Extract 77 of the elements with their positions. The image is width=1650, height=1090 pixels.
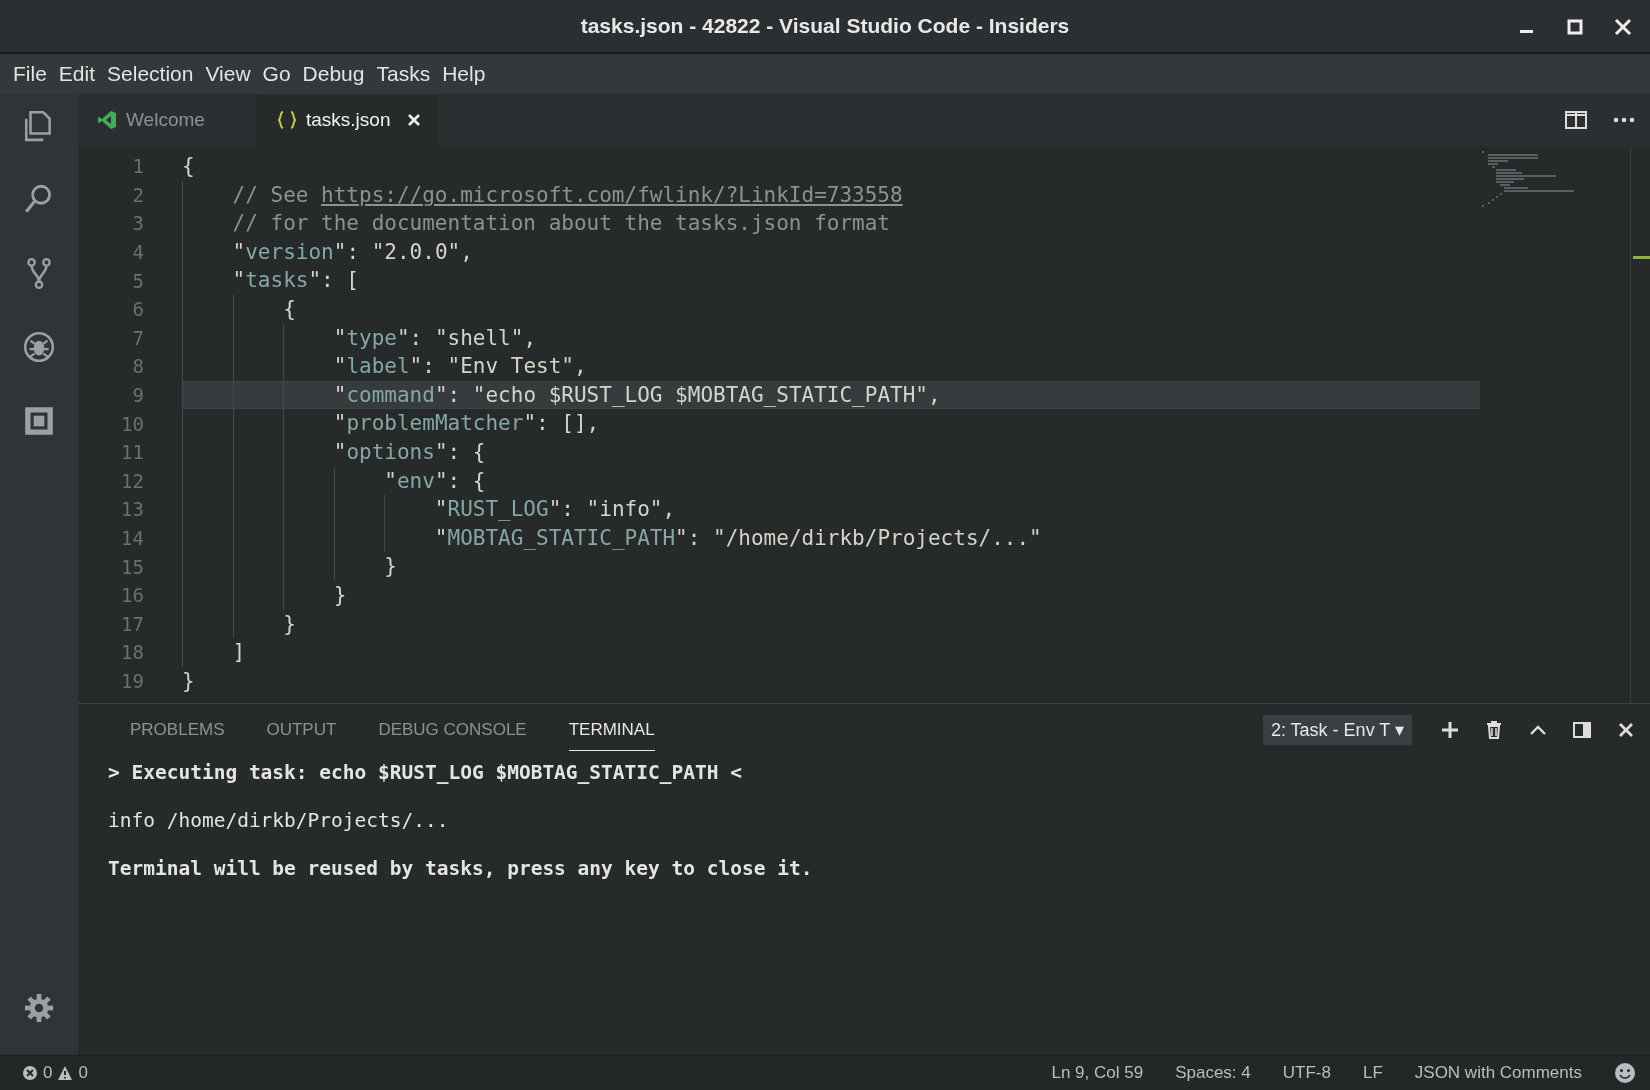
- code-line: "options": {: [182, 437, 486, 467]
- terminal-line: > Executing task: echo $RUST_LOG $MOBTAG_STATIC_PATH <: [108, 761, 742, 784]
- code-line: "label": "Env Test",: [182, 352, 587, 381]
- code-line: "RUST_LOG": "info",: [182, 495, 676, 524]
- code-line: "problemMatcher": [],: [182, 409, 600, 438]
- line-number: 1: [131, 155, 145, 178]
- code-line: "version": "2.0.0",: [182, 237, 473, 267]
- terminal-line: Terminal will be reused by tasks, press any key to close it.: [108, 857, 813, 880]
- code-line: }: [182, 609, 296, 639]
- code-line: "MOBTAG_STATIC_PATH": "/home/dirkb/Projects/...": [182, 523, 1042, 553]
- trash-icon[interactable]: [1484, 719, 1504, 740]
- status-item[interactable]: LF: [1350, 1063, 1395, 1083]
- status-item[interactable]: Spaces: 4: [1163, 1063, 1263, 1083]
- code-line: }: [182, 552, 397, 581]
- code-line: "tasks": [: [182, 266, 359, 295]
- line-number: 15: [120, 555, 145, 578]
- code-line: "type": "shell",: [182, 323, 537, 353]
- menu-item[interactable]: Selection: [102, 58, 199, 90]
- menu-item[interactable]: Edit: [53, 58, 101, 90]
- logo-icon: [96, 109, 118, 131]
- code-line: }: [182, 667, 195, 695]
- line-number: 9: [131, 384, 145, 407]
- code-line: }: [182, 580, 347, 610]
- line-number: 11: [120, 441, 145, 464]
- terminal-line: info /home/dirkb/Projects/...: [108, 809, 449, 832]
- line-number: 13: [120, 498, 145, 521]
- error-count[interactable]: 0: [43, 1063, 53, 1083]
- line-number: 4: [131, 241, 145, 264]
- panel-layout-icon[interactable]: [1572, 719, 1592, 740]
- editor-tab[interactable]: tasks.json: [258, 94, 438, 146]
- split-editor-icon[interactable]: [1564, 108, 1588, 132]
- code-line: {: [182, 294, 296, 324]
- line-number: 18: [120, 641, 145, 664]
- panel-tab[interactable]: PROBLEMS: [130, 708, 225, 751]
- code-line: // for the documentation about the tasks.json format: [182, 209, 890, 238]
- menu-item[interactable]: Debug: [297, 58, 370, 90]
- line-number: 19: [120, 670, 145, 692]
- warning-icon: [57, 1065, 74, 1081]
- error-icon: [22, 1065, 38, 1081]
- panel-tab[interactable]: TERMINAL: [568, 708, 655, 751]
- code-link[interactable]: https://go.microsoft.com/fwlink/?LinkId=733558: [321, 182, 903, 207]
- terminal-dropdown[interactable]: 2: Task - Env T ▾: [1262, 714, 1412, 745]
- menu-item[interactable]: View: [200, 58, 256, 90]
- line-number: 6: [131, 298, 145, 321]
- bug-icon: [22, 330, 56, 364]
- code-line: "env": {: [182, 466, 486, 496]
- code-line: ]: [182, 638, 246, 667]
- status-item[interactable]: UTF-8: [1270, 1063, 1343, 1083]
- close-icon[interactable]: [406, 112, 423, 128]
- line-number: 5: [131, 269, 145, 292]
- line-number: 10: [120, 412, 145, 435]
- code-line: "command": "echo $RUST_LOG $MOBTAG_STATIC_PATH",: [182, 380, 941, 410]
- warning-count[interactable]: 0: [78, 1063, 88, 1083]
- status-item[interactable]: JSON with Comments: [1402, 1063, 1594, 1083]
- line-number: 2: [131, 183, 145, 206]
- line-number: 14: [120, 527, 145, 549]
- window-title: tasks.json - 42822 - Visual Studio Code - Insiders: [580, 14, 1070, 38]
- panel-tab[interactable]: OUTPUT: [266, 708, 337, 751]
- status-item[interactable]: Ln 9, Col 59: [1039, 1063, 1156, 1083]
- line-number: 12: [120, 469, 145, 492]
- line-number: 7: [131, 326, 145, 349]
- panel-tab[interactable]: DEBUG CONSOLE: [378, 708, 527, 751]
- smiley-icon[interactable]: [1614, 1062, 1636, 1084]
- plus-icon[interactable]: [1440, 719, 1460, 740]
- menu-item[interactable]: Go: [257, 58, 296, 90]
- code-line: // See https://go.microsoft.com/fwlink/?LinkId=733558: [182, 180, 903, 210]
- line-number: 8: [131, 355, 145, 378]
- line-number: 3: [131, 212, 145, 235]
- line-number: 16: [120, 584, 145, 607]
- menu-item[interactable]: Help: [437, 58, 491, 90]
- extensions-icon: [22, 404, 56, 438]
- settings-icon[interactable]: [24, 993, 54, 1023]
- menu-item[interactable]: Tasks: [371, 58, 436, 90]
- code-line: {: [182, 153, 195, 180]
- line-number: 17: [120, 612, 145, 635]
- braces-icon: [276, 109, 298, 131]
- menu-item[interactable]: File: [8, 58, 52, 90]
